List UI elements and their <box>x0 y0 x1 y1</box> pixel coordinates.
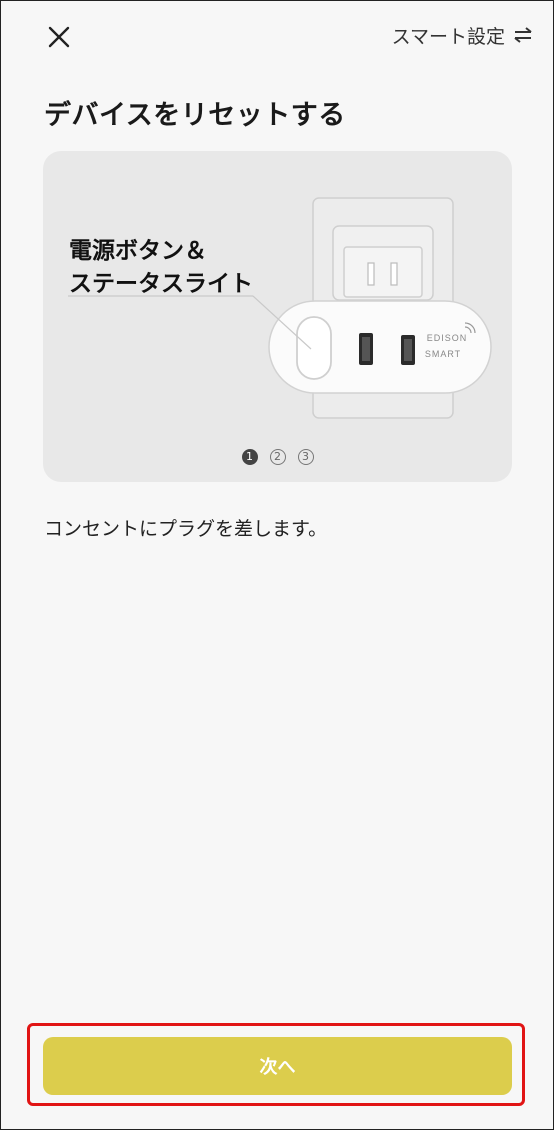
instruction-text: コンセントにプラグを差します。 <box>44 518 328 540</box>
page-dot-1[interactable]: 1 <box>241 449 258 465</box>
brand-text: SMART <box>425 349 461 359</box>
callout-label-line: ステータスライト <box>69 271 253 297</box>
next-button[interactable]: 次へ <box>43 1037 512 1095</box>
app-screen: スマート設定 デバイスをリセットする EDISON SMART 電源ボタン＆ ス… <box>0 0 554 1130</box>
page-dot-3[interactable]: 3 <box>297 449 314 465</box>
page-indicator: 1 2 3 <box>43 449 512 465</box>
smart-settings-link[interactable]: スマート設定 <box>392 19 533 51</box>
page-dot-2[interactable]: 2 <box>269 449 286 465</box>
power-button <box>296 316 332 380</box>
brand-text: EDISON <box>427 333 468 343</box>
close-button[interactable] <box>41 19 77 55</box>
close-icon <box>48 26 70 48</box>
device-illustration: EDISON SMART 電源ボタン＆ ステータスライト 1 2 3 <box>43 151 512 482</box>
callout-label: 電源ボタン＆ ステータスライト <box>69 235 253 301</box>
page-title: デバイスをリセットする <box>44 100 346 131</box>
callout-label-line: 電源ボタン＆ <box>69 238 207 264</box>
swap-arrows-icon <box>514 27 532 43</box>
smart-plug-drawing: EDISON SMART <box>68 197 492 419</box>
smart-settings-label: スマート設定 <box>391 25 505 48</box>
